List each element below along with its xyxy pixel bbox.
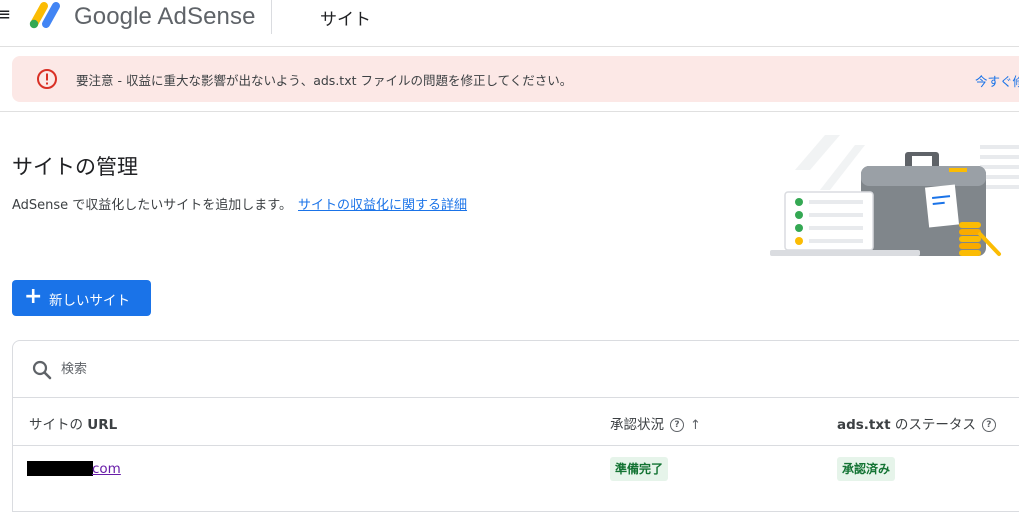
search-input[interactable] (61, 358, 461, 380)
column-approval-label: 承認状況 (610, 417, 664, 433)
fix-now-link[interactable]: 今すぐ修 (975, 71, 1019, 90)
column-url-bold: URL (87, 417, 118, 433)
brand-name: Google AdSense (74, 3, 256, 30)
new-site-button[interactable]: + 新しいサイト (12, 280, 151, 316)
top-bar: ≡ Google AdSense サイト (0, 0, 1019, 47)
column-ads-txt-bold: ads.txt (837, 417, 891, 433)
description-text: AdSense で収益化したいサイトを追加します。 (12, 198, 293, 213)
header-divider (13, 445, 1019, 446)
adsense-logo-icon (29, 2, 60, 29)
error-icon (37, 69, 57, 89)
column-header-ads-txt-status[interactable]: ads.txt のステータス? (837, 413, 996, 433)
column-url-prefix: サイトの (29, 417, 88, 433)
column-header-site-url[interactable]: サイトの URL (29, 413, 117, 433)
page-title: サイトの管理 (12, 155, 138, 179)
approval-status-badge: 準備完了 (610, 457, 669, 481)
plus-icon: + (24, 284, 43, 309)
column-ads-txt-suffix: のステータス (890, 417, 976, 433)
menu-icon[interactable]: ≡ (0, 6, 11, 24)
new-site-button-label: 新しいサイト (49, 293, 130, 309)
banner-message: 要注意 - 収益に重大な影響が出ないよう、ads.txt ファイルの問題を修正し… (76, 73, 573, 88)
search-divider (13, 397, 1019, 398)
site-url-link[interactable]: com (92, 461, 121, 477)
search-icon (32, 360, 52, 380)
breadcrumb: サイト (320, 10, 371, 30)
ads-txt-status-badge: 承認済み (837, 457, 896, 481)
help-icon[interactable]: ? (670, 418, 684, 432)
page-description: AdSense で収益化したいサイトを追加します。 サイトの収益化に関する詳細 (12, 194, 467, 213)
ads-txt-warning-banner: 要注意 - 収益に重大な影響が出ないよう、ads.txt ファイルの問題を修正し… (12, 56, 1019, 102)
section-divider (0, 111, 1019, 112)
help-icon[interactable]: ? (981, 418, 996, 432)
sites-table-card: サイトの URL 承認状況? ↑ ads.txt のステータス? com 準備完了… (12, 340, 1019, 512)
learn-more-link[interactable]: サイトの収益化に関する詳細 (298, 198, 467, 213)
sort-ascending-icon[interactable]: ↑ (690, 418, 701, 433)
column-header-approval-status[interactable]: 承認状況? ↑ (610, 413, 701, 433)
redacted-url-block (27, 461, 93, 476)
header-divider (271, 0, 272, 34)
sites-illustration (770, 135, 1019, 256)
